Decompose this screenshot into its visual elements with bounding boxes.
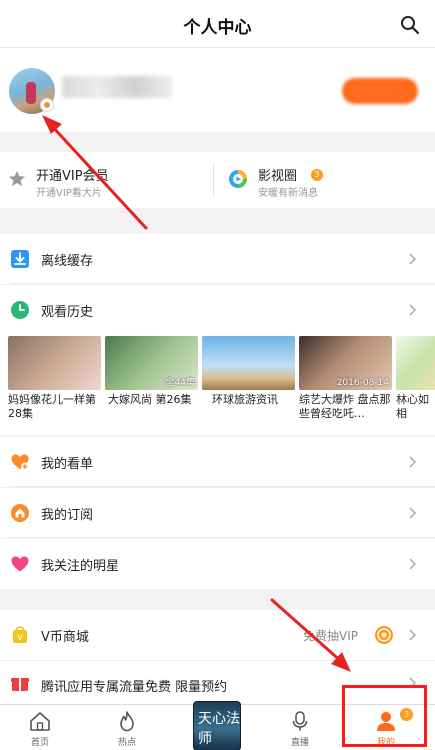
chevron-right-icon xyxy=(409,304,417,316)
circle-title: 影视圈 xyxy=(258,169,298,184)
microphone-icon xyxy=(292,711,308,731)
thumb-stamp: 2016-08-14 xyxy=(336,378,389,388)
vip-subtitle: 开通VIP看大片 xyxy=(36,188,102,199)
vcoin-label: V币商城 xyxy=(41,630,89,645)
vcoin-bag-icon: V xyxy=(13,626,27,643)
separator xyxy=(10,537,435,538)
chevron-right-icon xyxy=(409,253,417,265)
highlight-box xyxy=(342,685,427,747)
history-thumb-2[interactable]: 全44集 xyxy=(105,336,198,390)
history-caption-1: 妈妈像花儿一样第28集 xyxy=(8,393,96,420)
watchlist-item[interactable]: 我的看单 xyxy=(0,437,435,487)
chevron-right-icon xyxy=(409,558,417,570)
thumb-stamp: 全44集 xyxy=(165,378,195,388)
nav-live-label: 直播 xyxy=(290,738,309,748)
profile-section[interactable] xyxy=(0,48,435,132)
offline-cache-item[interactable]: 离线缓存 xyxy=(0,234,435,284)
separator xyxy=(10,486,435,487)
nav-home[interactable]: 首页 xyxy=(0,705,80,750)
svg-text:V: V xyxy=(17,633,23,642)
history-thumbnails: 全44集 2016-08-14 妈妈像花儿一样第28集 大嫁风尚 第26集 环球… xyxy=(0,333,435,435)
history-thumb-4[interactable]: 2016-08-14 xyxy=(299,336,392,390)
separator xyxy=(10,283,435,284)
traffic-promo-label: 腾讯应用专属流量免费 限量预约 xyxy=(41,680,228,695)
followed-stars-label: 我关注的明星 xyxy=(41,559,120,574)
offline-cache-label: 离线缓存 xyxy=(41,254,94,269)
history-caption-5: 林心如相 xyxy=(396,393,429,420)
watch-history-label: 观看历史 xyxy=(41,305,94,320)
gift-icon xyxy=(11,678,29,691)
featured-show-title: 天心法师 xyxy=(198,711,240,747)
house-icon xyxy=(11,504,29,522)
star-icon xyxy=(8,170,26,187)
vcoin-store-item[interactable]: V V币商城 免费抽VIP xyxy=(0,610,435,660)
history-caption-3: 环球旅游资讯 xyxy=(212,393,278,406)
circle-badge: 3 xyxy=(311,169,323,181)
nav-hot-label: 热点 xyxy=(117,738,136,748)
circle-entry[interactable]: 影视圈 3 安暖有新消息 xyxy=(214,152,435,208)
profile-action-button-redacted[interactable] xyxy=(342,78,418,104)
vip-row: 开通VIP会员 开通VIP看大片 影视圈 3 安暖有新消息 xyxy=(0,152,435,208)
watchlist-label: 我的看单 xyxy=(41,457,94,472)
clock-icon xyxy=(11,301,29,319)
top-bar: 个人中心 xyxy=(0,0,435,48)
page-title: 个人中心 xyxy=(183,18,252,38)
nav-hot[interactable]: 热点 xyxy=(87,705,167,750)
heart-plus-icon xyxy=(11,454,29,471)
history-thumb-3[interactable] xyxy=(202,336,295,390)
nav-home-label: 首页 xyxy=(30,738,49,748)
chevron-right-icon xyxy=(409,629,417,641)
followed-stars-item[interactable]: 我关注的明星 xyxy=(0,539,435,589)
username-redacted xyxy=(62,76,172,98)
chevron-right-icon xyxy=(409,507,417,519)
coin-icon xyxy=(375,626,393,644)
search-icon[interactable] xyxy=(399,14,421,36)
play-circle-icon xyxy=(229,170,247,188)
avatar-level-badge xyxy=(40,98,54,112)
flame-icon xyxy=(120,711,134,732)
vip-title: 开通VIP会员 xyxy=(36,169,109,184)
history-thumb-1[interactable] xyxy=(8,336,101,390)
download-icon xyxy=(11,250,29,268)
home-icon xyxy=(30,712,50,731)
vcoin-promo-text: 免费抽VIP xyxy=(303,629,358,643)
subscriptions-item[interactable]: 我的订阅 xyxy=(0,488,435,538)
vip-entry[interactable]: 开通VIP会员 开通VIP看大片 xyxy=(0,152,213,208)
history-caption-2: 大嫁风尚 第26集 xyxy=(108,393,192,406)
chevron-right-icon xyxy=(409,456,417,468)
featured-show-cover[interactable]: 天心法师 xyxy=(193,701,241,750)
subscriptions-label: 我的订阅 xyxy=(41,508,94,523)
history-caption-4: 综艺大爆炸 盘点那些曾经吃吒… xyxy=(299,393,391,420)
nav-live[interactable]: 直播 xyxy=(260,705,340,750)
heart-icon xyxy=(11,556,29,572)
circle-subtitle: 安暖有新消息 xyxy=(258,188,318,199)
watch-history-item[interactable]: 观看历史 xyxy=(0,285,435,335)
history-thumb-5[interactable] xyxy=(396,336,435,390)
